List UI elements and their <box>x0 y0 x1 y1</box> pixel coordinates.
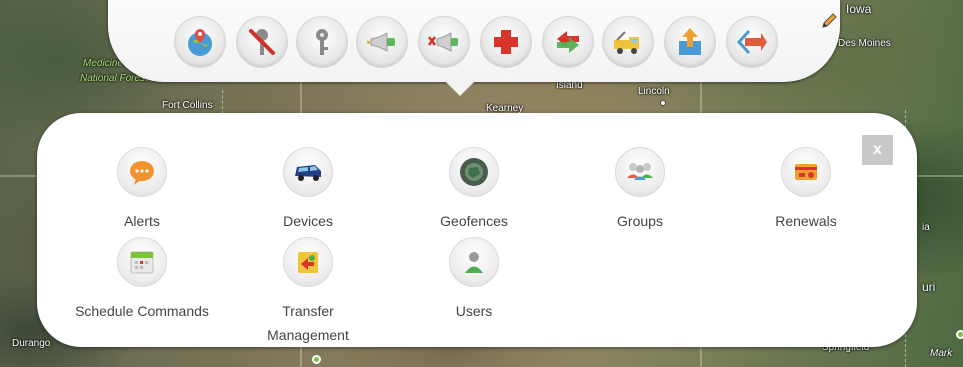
alerts-icon <box>130 161 154 185</box>
menu-item-schedule-commands[interactable]: Schedule Commands <box>62 237 222 323</box>
key-icon <box>316 29 328 55</box>
upload-button[interactable] <box>664 16 716 68</box>
devices-icon <box>295 165 321 181</box>
transfer-management-icon <box>298 252 318 273</box>
schedule-commands-icon <box>130 251 154 274</box>
menu-item-users[interactable]: Users <box>394 237 554 323</box>
map-label-fort-collins: Fort Collins <box>162 100 213 111</box>
map-location-pin[interactable] <box>312 355 321 364</box>
map-toolbar <box>108 0 840 96</box>
signal-off-button[interactable] <box>418 16 470 68</box>
code-arrows-icon <box>736 29 767 55</box>
menu-item-label: Geofences <box>440 213 508 229</box>
map-label-missouri-fragment: uri <box>922 280 936 294</box>
enable-ignition-button[interactable] <box>296 16 348 68</box>
upload-icon <box>679 28 701 55</box>
menu-item-devices[interactable]: Devices <box>228 147 388 233</box>
tow-truck-button[interactable] <box>602 16 654 68</box>
map-label-mark: Mark <box>930 348 953 359</box>
signal-off-icon <box>428 32 458 52</box>
menu-item-label: Devices <box>283 213 333 229</box>
pencil-icon[interactable] <box>820 12 838 30</box>
map-label-iowa: Iowa <box>846 2 872 16</box>
menu-item-groups[interactable]: Groups <box>560 147 720 233</box>
add-button[interactable] <box>480 16 532 68</box>
menu-item-label: Users <box>455 303 493 319</box>
geofences-icon <box>460 158 488 186</box>
map-label-lincoln: Lincoln <box>638 86 670 97</box>
menu-item-geofences[interactable]: Geofences <box>394 147 554 233</box>
menu-item-alerts[interactable]: Alerts <box>62 147 222 233</box>
disable-ignition-button[interactable] <box>236 16 288 68</box>
add-icon <box>494 30 518 54</box>
code-button[interactable] <box>726 16 778 68</box>
groups-icon <box>627 163 653 180</box>
users-icon <box>465 252 483 273</box>
menu-item-transfer-management[interactable]: Transfer Management <box>228 237 388 347</box>
map-label-fragment: ia <box>922 222 930 233</box>
menu-item-label: Transfer Management <box>267 303 349 343</box>
renewals-icon <box>795 164 817 180</box>
map-location-pin[interactable] <box>956 330 963 339</box>
tow-truck-icon <box>614 31 639 54</box>
menu-item-label: Alerts <box>124 213 160 229</box>
locate-button[interactable] <box>174 16 226 68</box>
locate-icon <box>188 29 212 56</box>
menu-item-label: Renewals <box>775 213 837 229</box>
swap-button[interactable] <box>542 16 594 68</box>
map-label-durango: Durango <box>12 338 51 349</box>
menu-item-label: Schedule Commands <box>75 303 209 319</box>
swap-arrows-icon <box>557 31 579 53</box>
signal-on-icon <box>366 32 395 52</box>
map-city-dot <box>660 100 666 106</box>
disable-key-icon <box>249 29 275 55</box>
menu-item-label: Groups <box>617 213 663 229</box>
menu-panel: x Alerts Devices Geofences Groups Renewa… <box>37 113 917 347</box>
menu-item-renewals[interactable]: Renewals <box>726 147 886 233</box>
signal-on-button[interactable] <box>356 16 408 68</box>
map-label-des-moines: Des Moines <box>838 38 891 49</box>
